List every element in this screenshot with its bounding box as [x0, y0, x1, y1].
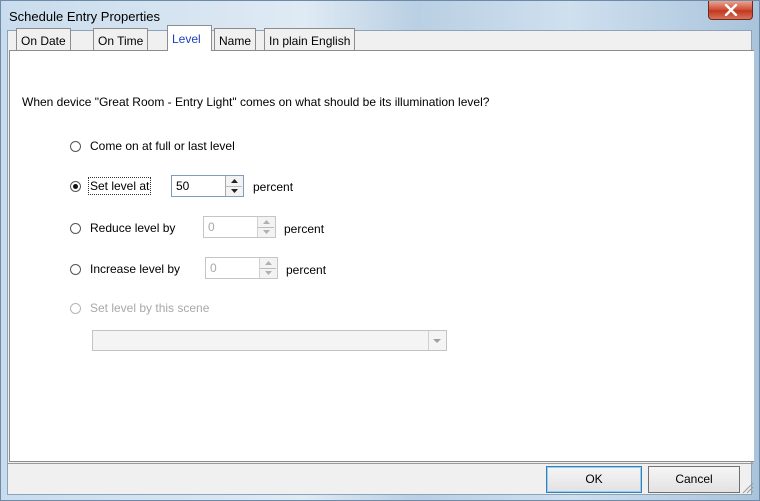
- option-reduce-level-label: Reduce level by: [90, 221, 176, 235]
- reduce-level-spin-buttons: [257, 217, 275, 237]
- reduce-level-down-button[interactable]: [258, 227, 274, 237]
- tab-name[interactable]: Name: [214, 28, 257, 50]
- spin-up-arrow-icon: [263, 220, 270, 224]
- level-prompt: When device "Great Room - Entry Light" c…: [22, 95, 490, 109]
- chevron-down-icon: [433, 339, 441, 343]
- option-scene-level-label: Set level by this scene: [90, 301, 210, 315]
- radio-reduce-level[interactable]: [70, 222, 81, 234]
- spin-down-arrow-icon: [263, 230, 270, 234]
- scene-dropdown[interactable]: [92, 330, 447, 351]
- close-icon: [724, 4, 738, 16]
- spin-up-arrow-icon: [265, 261, 272, 265]
- scene-dropdown-arrow[interactable]: [428, 331, 446, 350]
- option-full-or-last[interactable]: Come on at full or last level: [70, 139, 235, 153]
- radio-set-level[interactable]: [70, 180, 81, 192]
- option-increase-level-label: Increase level by: [90, 262, 181, 276]
- spin-up-arrow-icon: [231, 179, 238, 183]
- increase-level-value[interactable]: 0: [210, 261, 217, 275]
- radio-increase-level[interactable]: [70, 263, 81, 275]
- option-increase-level[interactable]: Increase level by: [70, 262, 180, 276]
- tab-on-date[interactable]: On Date: [16, 28, 71, 50]
- reduce-level-stepper[interactable]: 0: [203, 216, 276, 238]
- increase-level-spin-buttons: [259, 258, 277, 278]
- set-level-unit: percent: [253, 180, 294, 194]
- resize-grip-icon[interactable]: [740, 480, 754, 494]
- tab-level[interactable]: Level: [167, 25, 212, 51]
- title-bar[interactable]: Schedule Entry Properties: [1, 1, 759, 31]
- set-level-stepper[interactable]: 50: [171, 175, 244, 197]
- option-reduce-level[interactable]: Reduce level by: [70, 221, 175, 235]
- tab-on-time[interactable]: On Time: [93, 28, 149, 50]
- level-tab-panel: [9, 50, 754, 462]
- option-scene-level[interactable]: Set level by this scene: [70, 301, 209, 315]
- cancel-button[interactable]: Cancel: [648, 466, 740, 493]
- tab-in-plain-english[interactable]: In plain English: [264, 28, 356, 50]
- spin-down-arrow-icon: [231, 189, 238, 193]
- window-title: Schedule Entry Properties: [9, 9, 161, 24]
- option-full-or-last-label: Come on at full or last level: [90, 139, 235, 153]
- reduce-level-value[interactable]: 0: [208, 220, 215, 234]
- option-set-level-label: Set level at: [87, 177, 152, 195]
- footer-divider: [8, 463, 753, 464]
- increase-level-down-button[interactable]: [260, 268, 276, 278]
- close-button[interactable]: [708, 1, 753, 20]
- increase-level-unit: percent: [286, 263, 327, 277]
- radio-full-or-last[interactable]: [70, 140, 81, 152]
- option-set-level[interactable]: Set level at: [70, 177, 152, 195]
- ok-button[interactable]: OK: [546, 466, 642, 493]
- set-level-value[interactable]: 50: [176, 179, 189, 193]
- set-level-spin-buttons: [225, 176, 243, 196]
- reduce-level-unit: percent: [284, 222, 325, 236]
- spin-down-arrow-icon: [265, 271, 272, 275]
- increase-level-stepper[interactable]: 0: [205, 257, 278, 279]
- radio-scene-level[interactable]: [70, 302, 81, 314]
- set-level-down-button[interactable]: [226, 186, 242, 196]
